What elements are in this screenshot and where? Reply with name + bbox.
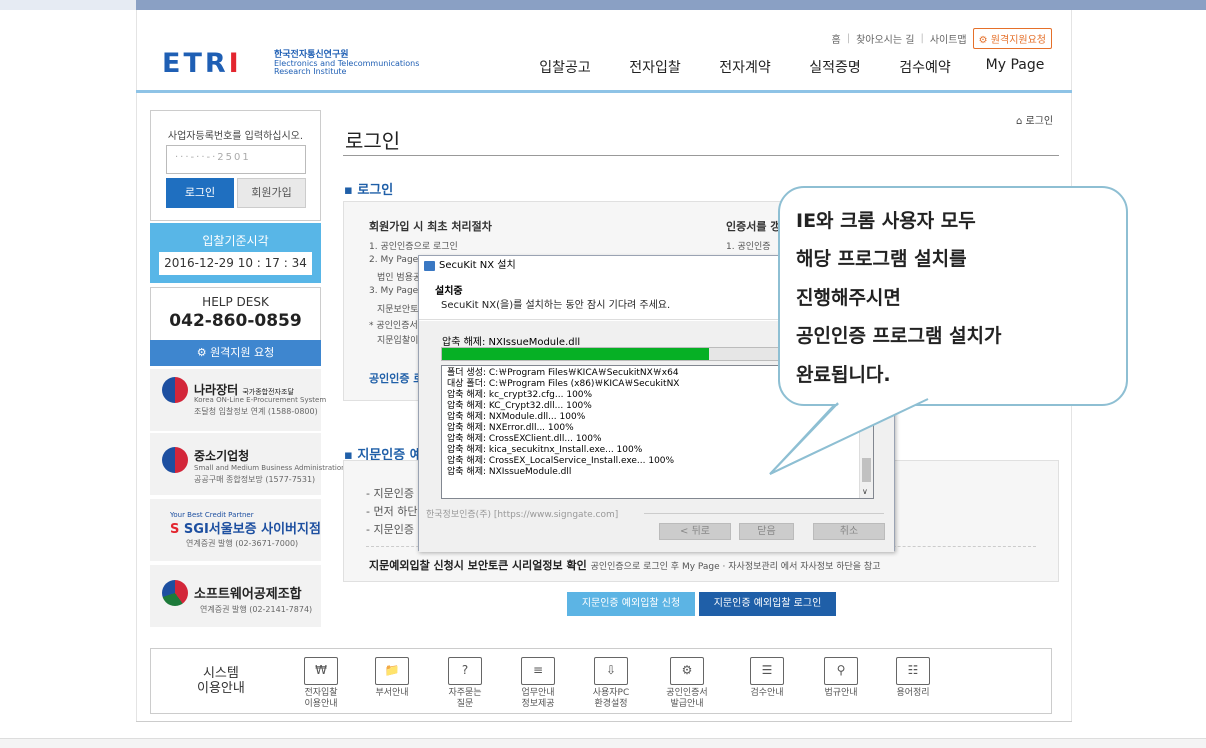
frame-left [136,10,137,722]
back-button[interactable]: < 뒤로 [659,523,731,540]
callout-line: 진행해주시면 [796,287,901,309]
sgi-logo-icon: S [170,522,180,537]
callout-line: 완료됩니다. [796,364,891,386]
help-desk-title: HELP DESK [202,295,269,309]
dialog-footer: 한국정보인증(주) [https://www.signgate.com] < 뒤… [419,507,894,552]
callout-line: 해당 프로그램 설치를 [796,248,967,270]
log-line: 압축 해제: CrossEX_LocalService_Install.exe.… [447,456,675,466]
login-prompt: 사업자등록번호를 입력하십시오. [167,131,304,142]
guide-faq[interactable]: ? 자주묻는 질문 [434,657,496,710]
instruction-callout: IE와 크롬 사용자 모두 해당 프로그램 설치를 진행해주시면 공인인증 프로… [778,186,1128,406]
fingerprint-exception-login-button[interactable]: 지문인증 예외입찰 로그인 [699,592,836,616]
nav-mypage[interactable]: My Page [970,57,1060,77]
nav-inspection[interactable]: 검수예약 [880,57,970,77]
magnifier-icon: ⚲ [824,657,858,685]
close-button[interactable]: 닫음 [739,523,794,540]
logo-org-name: 한국전자통신연구원 Electronics and Telecommunicat… [274,50,420,76]
document-list-icon: ≡ [521,657,555,685]
guide-departments[interactable]: 📁 부서안내 [361,657,423,699]
directions-link[interactable]: 찾아오시는 길 [856,31,914,46]
guide-certificate[interactable]: ⚙ 공인인증서 발급안내 [656,657,718,710]
koneps-logo-icon [162,377,188,403]
scroll-down-icon[interactable]: ∨ [862,486,868,497]
bid-time-title: 입찰기준시각 [202,234,269,248]
guide-inspection[interactable]: ☰ 검수안내 [736,657,798,699]
system-guide-title: 시스템 이용안내 [197,666,245,696]
smba-logo-icon [162,447,188,473]
log-line: 압축 해제: NXError.dll... 100% [447,423,574,433]
dialog-subtext: SecuKit NX(을)를 설치하는 동안 잠시 기다려 주세요. [441,300,671,311]
banner-smba[interactable]: 중소기업청 Small and Medium Business Administ… [150,433,346,495]
guide-regulations[interactable]: ⚲ 법규안내 [810,657,872,699]
secukit-app-icon [424,261,435,271]
top-strip [0,0,1206,10]
cancel-button[interactable]: 취소 [813,523,885,540]
main-nav: 입찰공고 전자입찰 전자계약 실적증명 검수예약 My Page [520,57,1060,77]
login-button[interactable]: 로그인 [166,178,234,208]
guide-work-info[interactable]: ≡ 업무안내 정보제공 [507,657,569,710]
help-remote-button[interactable]: ⚙ 원격지원 요청 [150,340,321,366]
guide-pc-setup[interactable]: ⇩ 사용자PC 환경설정 [580,657,642,710]
log-line: 압축 해제: CrossEXClient.dll... 100% [447,434,602,444]
scrollbar-thumb[interactable] [862,458,871,482]
home-icon[interactable]: ⌂ [1016,116,1026,127]
progress-fill [442,348,710,360]
footer-strip [0,738,1206,748]
guide-e-bid[interactable]: ₩ 전자입찰 이용안내 [290,657,352,710]
banner-koneps[interactable]: 나라장터 국가종합전자조달 Korea ON-Line E-Procuremen… [150,369,326,431]
monitor-gear-icon: ⚙ [670,657,704,685]
page-title: 로그인 [345,129,401,153]
nav-divider [136,90,1072,93]
help-desk-box: HELP DESK 042-860-0859 ⚙ 원격지원 요청 [150,287,321,366]
help-desk-phone: 042-860-0859 [169,311,302,331]
dialog-heading: 설치중 [435,286,463,297]
fingerprint-exception-apply-button[interactable]: 지문인증 예외입찰 신청 [567,592,695,616]
log-line: 압축 해제: kica_secukitnx_Install.exe... 100… [447,445,643,455]
question-icon: ? [448,657,482,685]
sitemap-link[interactable]: 사이트맵 [930,31,967,46]
nav-performance[interactable]: 실적증명 [790,57,880,77]
nav-e-bid[interactable]: 전자입찰 [610,57,700,77]
banner-swcg[interactable]: 소프트웨어공제조합 연계증권 발행 (02-2141-7874) [150,565,321,627]
cert-login-link[interactable]: 공인인증 로 [369,370,423,386]
footer-divider [136,721,1072,722]
join-button[interactable]: 회원가입 [237,178,306,208]
gear-icon: ⚙ [978,35,991,46]
swcg-logo-icon [162,580,188,606]
login-box: 사업자등록번호를 입력하십시오. ···-··-·2501 로그인 회원가입 [150,110,321,221]
checklist-icon: ☰ [750,657,784,685]
log-line: 압축 해제: NXModule.dll... 100% [447,412,586,422]
nav-e-contract[interactable]: 전자계약 [700,57,790,77]
folder-icon: 📁 [375,657,409,685]
guide-glossary[interactable]: ☷ 용어정리 [882,657,944,699]
callout-line: IE와 크롬 사용자 모두 [796,210,976,232]
current-file-label: 압축 해제: NXIssueModule.dll [442,337,581,348]
utility-links: 홈 | 찾아오시는 길 | 사이트맵 ⚙ 원격지원요청 [831,28,1052,49]
bid-time-value: 2016-12-29 10 : 17 : 34 [159,252,312,275]
section-login-heading: ▪ 로그인 [344,183,394,198]
home-link[interactable]: 홈 [831,31,840,46]
breadcrumb: ⌂ 로그인 [1016,116,1054,127]
vendor-label: 한국정보인증(주) [https://www.signgate.com] [426,510,619,520]
gear-icon: ⚙ [196,346,211,359]
log-line: 압축 해제: NXIssueModule.dll [447,467,572,477]
title-divider [343,155,1059,156]
monitor-won-icon: ₩ [304,657,338,685]
banner-sgi[interactable]: Your Best Credit Partner S SGI서울보증 사이버지점… [150,499,321,561]
download-icon: ⇩ [594,657,628,685]
glossary-icon: ☷ [896,657,930,685]
etri-logo[interactable]: ETRI 한국전자통신연구원 Electronics and Telecommu… [162,48,419,79]
system-guide-bar: 시스템 이용안내 ₩ 전자입찰 이용안내 📁 부서안내 ? 자주묻는 질문 ≡ 업무안내 정보제… [150,648,1052,714]
nav-bid-notice[interactable]: 입찰공고 [520,57,610,77]
business-number-input[interactable]: ···-··-·2501 [166,145,306,174]
bid-time-box: 입찰기준시각 2016-12-29 10 : 17 : 34 [150,223,321,283]
remote-support-button[interactable]: ⚙ 원격지원요청 [972,28,1052,49]
callout-line: 공인인증 프로그램 설치가 [796,325,1002,347]
